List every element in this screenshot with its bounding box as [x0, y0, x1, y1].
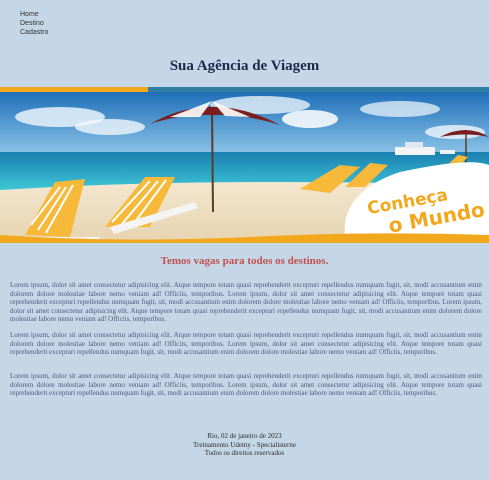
body-paragraph-1: Lorem ipsum, dolor sit amet consectetur …	[10, 281, 482, 323]
nav-link-home[interactable]: Home	[20, 10, 48, 19]
body-paragraph-2: Lorem ipsum, dolor sit amet consectetur …	[10, 331, 482, 356]
page-footer: Rio, 02 de janeiro de 2023 Treinamento U…	[0, 432, 489, 458]
nav-link-cadastro[interactable]: Cadastro	[20, 28, 48, 37]
footer-rights: Todos os direitos reservados	[204, 449, 285, 458]
beach-banner-image: Conheça o Mundo	[0, 87, 489, 243]
nav-link-destino[interactable]: Destino	[20, 19, 48, 28]
section-subtitle: Temos vagas para todos os destinos.	[160, 255, 329, 267]
main-nav: Home Destino Cadastro	[20, 10, 48, 37]
page-title: Sua Agência de Viagem	[169, 58, 320, 74]
body-paragraph-3: Lorem ipsum, dolor sit amet consectetur …	[10, 372, 482, 397]
footer-date: Rio, 02 de janeiro de 2023	[207, 432, 282, 440]
footer-credit: Treinamento Udemy - Specialisterne	[193, 440, 296, 449]
